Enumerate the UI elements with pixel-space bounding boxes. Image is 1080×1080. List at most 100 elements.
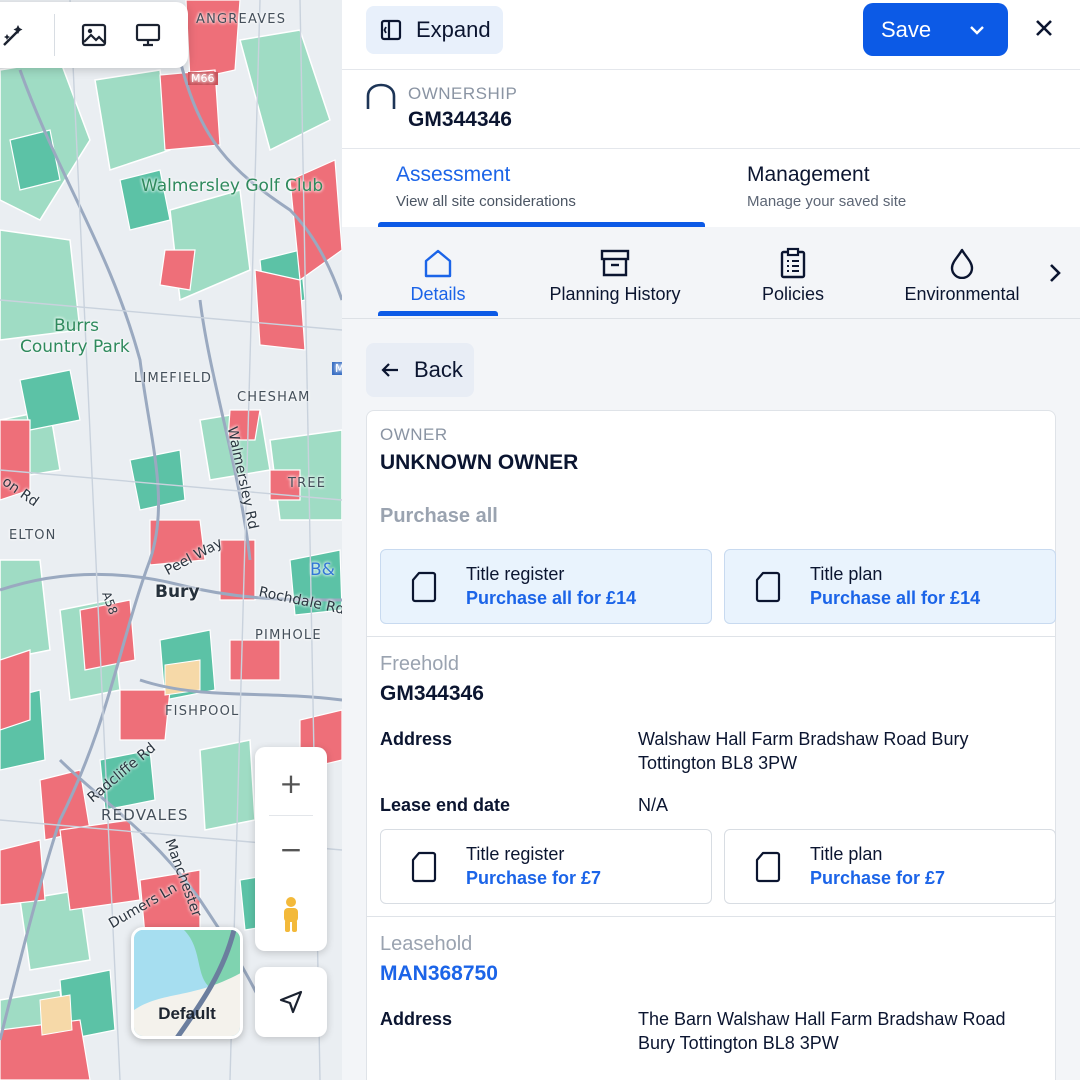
document-icon	[411, 851, 437, 883]
magic-wand-icon[interactable]	[0, 17, 32, 53]
map-label-m66: M66	[188, 72, 218, 85]
purchase-link[interactable]: Purchase for £7	[810, 868, 945, 889]
save-button[interactable]: Save	[863, 3, 1008, 56]
zoom-in-button[interactable]: +	[255, 753, 327, 813]
monitor-icon[interactable]	[130, 17, 166, 53]
document-icon	[755, 851, 781, 883]
address-line-1: Walshaw Hall Farm Bradshaw Road Bury	[638, 729, 969, 749]
chevron-right-icon[interactable]	[1045, 261, 1065, 285]
zoom-out-button[interactable]: −	[255, 819, 327, 879]
tab-assessment-subtitle: View all site considerations	[396, 193, 576, 210]
layer-switcher-button[interactable]: Default	[131, 927, 243, 1039]
address-line-2: Tottington BL8 3PW	[638, 753, 798, 773]
panel-topbar: Expand Save	[342, 0, 1080, 70]
document-icon	[411, 571, 437, 603]
purchase-all-heading: Purchase all	[380, 505, 498, 527]
map-label-bury: Bury	[155, 582, 200, 602]
chevron-down-icon[interactable]	[968, 21, 986, 39]
image-icon[interactable]	[76, 17, 112, 53]
sub-tabs: Details Planning History Policies Enviro…	[342, 227, 1080, 319]
purchase-link[interactable]: Purchase all for £14	[466, 588, 636, 609]
freehold-card: Freehold GM344346 Address Walshaw Hall F…	[366, 637, 1056, 917]
leasehold-kicker: Leasehold	[380, 933, 473, 955]
map-label-tree: TREE	[288, 476, 327, 491]
save-label: Save	[881, 16, 932, 42]
address-line-2: Bury Tottington BL8 3PW	[638, 1033, 839, 1053]
leasehold-card: Leasehold MAN368750 Address The Barn Wal…	[366, 917, 1056, 1080]
subtab-details-label: Details	[410, 284, 466, 304]
address-label: Address	[380, 729, 453, 749]
expand-label: Expand	[416, 17, 491, 42]
subtab-details[interactable]: Details	[408, 227, 468, 319]
archive-icon	[600, 249, 630, 277]
subtab-policies[interactable]: Policies	[753, 227, 833, 319]
main-tabs: Assessment View all site considerations …	[342, 149, 1080, 227]
tab-assessment[interactable]: Assessment View all site considerations	[396, 163, 576, 210]
subtab-planning-history[interactable]: Planning History	[545, 227, 685, 319]
map-view[interactable]: ANGREAVES M66 Walmersley Golf Club Burrs…	[0, 0, 342, 1080]
address-label: Address	[380, 1009, 453, 1029]
tab-assessment-title: Assessment	[396, 163, 511, 186]
tab-management-subtitle: Manage your saved site	[747, 193, 907, 210]
home-icon	[424, 249, 452, 278]
freehold-kicker: Freehold	[380, 653, 459, 675]
freehold-title-plan-card[interactable]: Title plan Purchase for £7	[724, 829, 1056, 904]
parcel-shape-icon	[366, 83, 396, 109]
subtab-environmental-label: Environmental	[904, 284, 1020, 304]
address-value: The Barn Walshaw Hall Farm Bradshaw Road…	[638, 1007, 1038, 1055]
back-label: Back	[414, 357, 463, 382]
sidebar-expand-icon	[380, 19, 402, 41]
doc-title: Title plan	[810, 564, 883, 584]
toolbar-divider	[54, 14, 55, 56]
purchase-link[interactable]: Purchase for £7	[466, 868, 601, 889]
map-label-elton: ELTON	[9, 528, 57, 543]
leasehold-code-link[interactable]: MAN368750	[380, 962, 498, 986]
purchase-link[interactable]: Purchase all for £14	[810, 588, 980, 609]
lease-end-date-value: N/A	[638, 795, 669, 815]
expand-button[interactable]: Expand	[366, 6, 503, 54]
close-button[interactable]	[1030, 14, 1058, 42]
map-label-angreaves: ANGREAVES	[196, 12, 287, 27]
map-label-burrs: Burrs	[54, 316, 99, 336]
back-button[interactable]: Back	[366, 343, 474, 397]
map-label-pimhole: PIMHOLE	[255, 628, 322, 643]
map-label-fishpool: FISHPOOL	[165, 704, 240, 719]
map-label-chesham: CHESHAM	[237, 390, 311, 405]
freehold-title-register-card[interactable]: Title register Purchase for £7	[380, 829, 712, 904]
tab-management[interactable]: Management Manage your saved site	[747, 163, 906, 210]
arrow-left-icon	[381, 363, 398, 377]
active-subtab-indicator	[378, 311, 498, 316]
lease-end-date-label: Lease end date	[380, 795, 511, 815]
map-label-redvales: REDVALES	[101, 806, 189, 824]
document-icon	[755, 571, 781, 603]
owner-name: UNKNOWN OWNER	[380, 451, 579, 474]
owner-card: OWNER UNKNOWN OWNER Purchase all Title r…	[366, 410, 1056, 637]
owner-kicker: OWNER	[380, 425, 448, 444]
address-value: Walshaw Hall Farm Bradshaw Road Bury Tot…	[638, 727, 1038, 775]
ownership-kicker: OWNERSHIP	[408, 84, 518, 103]
map-toolbar	[0, 2, 188, 68]
owner-title-register-card[interactable]: Title register Purchase all for £14	[380, 549, 712, 624]
owner-title-plan-card[interactable]: Title plan Purchase all for £14	[724, 549, 1056, 624]
subtab-environmental[interactable]: Environmental	[901, 227, 1023, 319]
map-label-golf-club: Walmersley Golf Club	[141, 176, 324, 196]
close-icon	[1036, 20, 1052, 36]
ownership-panel: Expand Save OWNERSHIP GM344346 Assessmen…	[342, 0, 1080, 1080]
doc-title: Title register	[466, 564, 565, 584]
droplet-icon	[950, 248, 974, 279]
street-view-pegman-icon[interactable]	[255, 885, 327, 945]
locate-button[interactable]	[255, 967, 327, 1037]
clipboard-icon	[780, 247, 806, 279]
map-label-country-park: Country Park	[20, 337, 130, 357]
layer-label: Default	[158, 1004, 216, 1023]
zoom-controls: + −	[255, 747, 327, 951]
zoom-divider	[269, 815, 313, 816]
ownership-title-code: GM344346	[408, 108, 512, 131]
subtab-policies-label: Policies	[761, 284, 825, 304]
map-label-b-and: B&	[310, 560, 335, 580]
tab-management-title: Management	[747, 163, 870, 186]
address-line-1: The Barn Walshaw Hall Farm Bradshaw Road	[638, 1009, 1006, 1029]
map-label-limefield: LIMEFIELD	[134, 371, 213, 386]
ownership-header: OWNERSHIP GM344346	[342, 70, 1080, 149]
navigation-arrow-icon	[279, 990, 303, 1014]
